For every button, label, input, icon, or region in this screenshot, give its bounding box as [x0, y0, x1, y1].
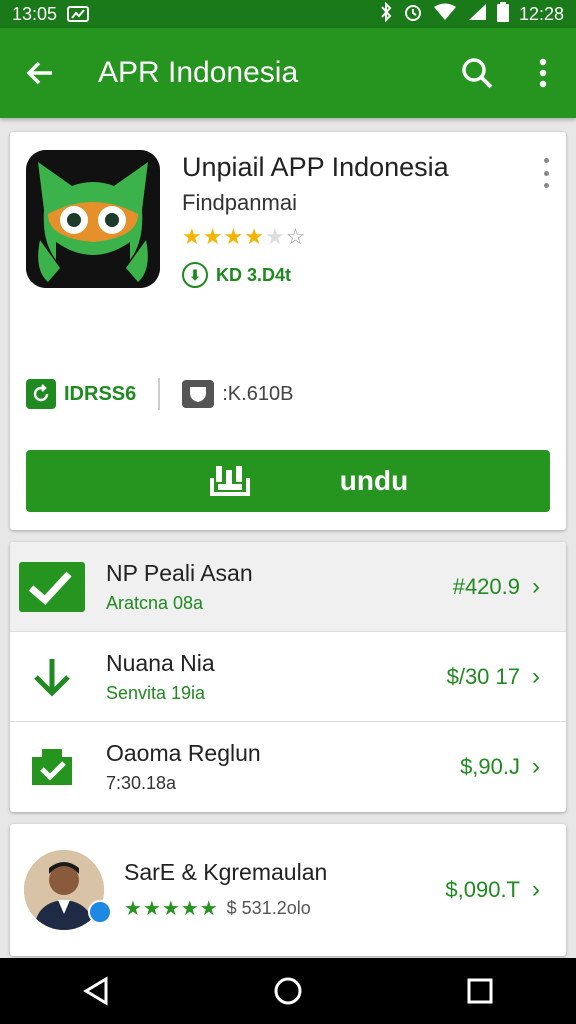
list-item-subtitle: 7:30.18a [106, 773, 177, 793]
more-vert-icon [539, 58, 547, 88]
shield-icon [182, 380, 215, 408]
review-meta: $ 531.2olo [226, 898, 311, 918]
chevron-right-icon: › [532, 753, 540, 780]
status-bar: 13:05 12:28 [0, 0, 576, 28]
divider [158, 378, 161, 410]
list-item-title: Oaoma Reglun [106, 740, 261, 766]
list-item-title: Nuana Nia [106, 649, 215, 676]
list-item-price: $,90.J [460, 754, 520, 779]
wifi-icon [433, 3, 457, 26]
star-icon: ★ [202, 224, 224, 249]
battery-icon [496, 1, 509, 27]
review-row[interactable]: SarE & Kgremaulan ★★★★★ $ 531.2olo $,090… [10, 824, 566, 956]
nav-home-button[interactable] [258, 961, 318, 1021]
badge-label: KD 3.D4t [216, 264, 292, 285]
list-item-subtitle: Senvita 19ia [106, 682, 206, 703]
alarm-icon [403, 2, 423, 27]
options-list: NP Peali Asan Aratcna 08a #420.9 › Nuana… [10, 542, 566, 812]
card-menu-button[interactable] [536, 158, 556, 188]
triangle-back-icon [83, 976, 108, 1006]
size-label: :K.610B [222, 382, 294, 405]
chevron-right-icon: › [532, 572, 540, 600]
page-title: APR Indonesia [98, 56, 299, 89]
downloads-info: IDRSS6 [26, 379, 136, 409]
app-details-card: Unpiail APP Indonesia Findpanmai ★★★★★☆ … [10, 132, 566, 530]
app-name: Unpiail APP Indonesia [182, 152, 449, 182]
download-circle-icon: ⬇ [182, 262, 208, 288]
more-options-button[interactable] [510, 28, 576, 118]
folder-check-icon [10, 745, 94, 789]
dot-icon [543, 183, 549, 188]
search-button[interactable] [444, 28, 510, 118]
review-stars: ★★★★★ [124, 898, 219, 920]
list-item[interactable]: NP Peali Asan Aratcna 08a #420.9 › [10, 542, 566, 632]
developer-name[interactable]: Findpanmai [182, 190, 297, 216]
square-recents-icon [467, 978, 493, 1004]
dot-icon [543, 158, 549, 163]
size-info: :K.610B [182, 380, 293, 408]
star-icon: ★ [264, 224, 286, 249]
app-icon[interactable] [26, 150, 160, 288]
circle-home-icon [274, 977, 302, 1005]
navigation-bar [0, 958, 576, 1024]
star-icon: ★ [223, 224, 245, 249]
notification-icon [67, 6, 90, 22]
rating-stars: ★★★★★☆ [182, 224, 306, 250]
search-icon [462, 58, 493, 89]
back-button[interactable] [0, 28, 80, 118]
nav-recents-button[interactable] [450, 961, 510, 1021]
download-arrow-icon [10, 655, 94, 699]
owl-mascot-icon [26, 150, 160, 288]
status-clock: 12:28 [518, 3, 564, 24]
dot-icon [543, 170, 549, 176]
bluetooth-icon [379, 1, 393, 27]
status-time: 13:05 [12, 3, 58, 24]
download-badge: ⬇ KD 3.D4t [182, 262, 291, 288]
review-price: $,090.T [445, 877, 520, 902]
list-item[interactable]: Nuana Nia Senvita 19ia $/30 17 › [10, 632, 566, 722]
star-icon: ★ [244, 224, 265, 249]
list-item-subtitle: Aratcna 08a [106, 592, 204, 613]
install-icon [209, 466, 250, 496]
app-bar: APR Indonesia [0, 28, 576, 118]
list-item[interactable]: Oaoma Reglun 7:30.18a $,90.J › [10, 722, 566, 812]
list-item-title: NP Peali Asan [106, 559, 253, 586]
downloads-label: IDRSS6 [64, 382, 137, 405]
install-label: undu [339, 465, 409, 496]
chevron-right-icon: › [532, 876, 540, 903]
star-icon: ★ [182, 224, 203, 249]
chevron-right-icon: › [532, 662, 540, 690]
app-meta-row: IDRSS6 :K.610B [26, 378, 293, 410]
signal-icon [467, 3, 487, 26]
install-button[interactable]: undu [26, 450, 550, 512]
check-box-icon [10, 560, 94, 614]
list-item-price: $/30 17 [446, 663, 520, 689]
reviewer-name: SarE & Kgremaulan [124, 859, 328, 885]
nav-back-button[interactable] [66, 961, 126, 1021]
refresh-icon [26, 379, 56, 409]
arrow-back-icon [26, 61, 52, 85]
review-card[interactable]: SarE & Kgremaulan ★★★★★ $ 531.2olo $,090… [10, 824, 566, 956]
verified-badge-icon [88, 900, 112, 924]
star-outline-icon: ☆ [285, 224, 307, 249]
list-item-price: #420.9 [452, 573, 520, 599]
